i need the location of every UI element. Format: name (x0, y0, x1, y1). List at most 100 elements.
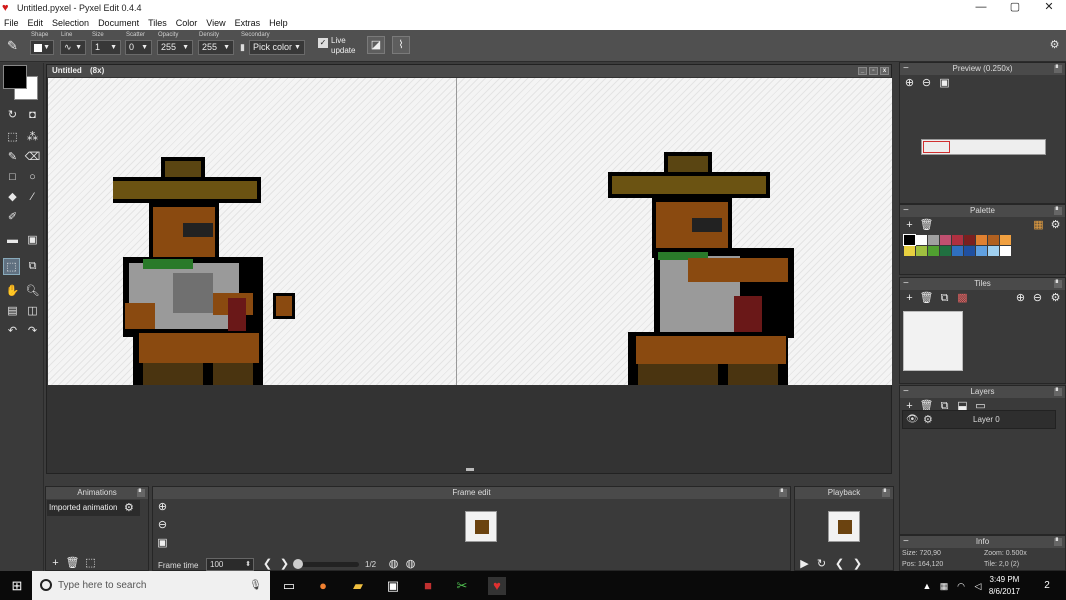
wifi-icon[interactable]: ◠ (952, 577, 970, 595)
tile-thumbnail[interactable] (903, 311, 963, 371)
zoom-in-icon[interactable]: ⊕ (155, 500, 170, 515)
preview-thumbnail[interactable] (921, 139, 1046, 155)
menu-file[interactable]: File (4, 18, 19, 28)
onion-skin-prev-icon[interactable]: ◍ (386, 557, 401, 572)
palette-swatch[interactable] (940, 235, 951, 245)
app-red-icon[interactable]: ■ (419, 577, 437, 595)
settings-gear-icon[interactable]: ⚙ (1046, 37, 1063, 54)
tile-select-icon[interactable]: ▣ (24, 232, 41, 249)
copy-tile-icon[interactable]: ⧉ (937, 291, 952, 306)
microphone-icon[interactable]: 🎙︎ (249, 571, 262, 600)
stepper-icon[interactable]: ⬍ (245, 559, 251, 571)
tile-stamp-icon[interactable]: ⧉ (24, 258, 41, 275)
pin-icon[interactable]: ▘ (1054, 538, 1062, 546)
menu-document[interactable]: Document (98, 18, 139, 28)
file-explorer-icon[interactable]: ▰ (349, 577, 367, 595)
zoom-in-icon[interactable]: ⊕ (902, 76, 917, 91)
menu-edit[interactable]: Edit (28, 18, 44, 28)
palette-swatch[interactable] (988, 235, 999, 245)
eraser-icon[interactable]: ⌫ (24, 149, 41, 166)
next-chevron-icon[interactable]: ❯ (850, 557, 865, 572)
density-dropdown[interactable]: 255 ▼ (198, 40, 234, 55)
color-picker-icon[interactable]: ✐ (4, 209, 21, 226)
palette-settings-gear-icon[interactable]: ⚙ (1048, 218, 1063, 233)
fullscreen-icon[interactable]: ◫ (24, 303, 41, 320)
fill-bucket-icon[interactable]: ◆ (4, 189, 21, 206)
menu-help[interactable]: Help (269, 18, 288, 28)
opacity-dropdown[interactable]: 255 ▼ (157, 40, 193, 55)
store-icon[interactable]: ▣ (384, 577, 402, 595)
delete-animation-icon[interactable]: 🗑︎ (65, 556, 80, 571)
next-frame-chevron-icon[interactable]: ❯ (277, 557, 292, 572)
redo-icon[interactable]: ↷ (24, 323, 41, 340)
palette-swatch[interactable] (916, 246, 927, 256)
dropper-icon[interactable]: ⁄ (24, 189, 41, 206)
pin-icon[interactable]: ▘ (1054, 280, 1062, 288)
taskbar-clock[interactable]: 3:49 PM 8/6/2017 (989, 574, 1020, 598)
rectangle-icon[interactable]: □ (4, 169, 21, 186)
onion-skin-next-icon[interactable]: ◍ (403, 557, 418, 572)
fit-view-icon[interactable]: ▣ (155, 536, 170, 551)
zoom-in-icon[interactable]: ⊕ (1013, 291, 1028, 306)
menu-extras[interactable]: Extras (235, 18, 261, 28)
tile-image-icon[interactable]: ▩ (955, 291, 970, 306)
frame-time-input[interactable]: 100 ⬍ (206, 558, 254, 571)
task-view-icon[interactable]: ▭ (280, 577, 298, 595)
drawing-canvas[interactable] (48, 78, 892, 385)
undo-icon[interactable]: ↶ (4, 323, 21, 340)
menu-selection[interactable]: Selection (52, 18, 89, 28)
pin-icon[interactable]: ▘ (1054, 388, 1062, 396)
app-green-icon[interactable]: ✂ (453, 577, 471, 595)
layer-options-button[interactable]: ◪ (367, 36, 385, 54)
palette-swatch[interactable] (952, 235, 963, 245)
palette-swatch[interactable] (916, 235, 927, 245)
palette-swatch[interactable] (903, 234, 916, 246)
volume-icon[interactable]: ◁ (969, 577, 987, 595)
palette-swatch[interactable] (904, 246, 915, 256)
palette-swatch[interactable] (976, 235, 987, 245)
frame-slider-thumb[interactable] (293, 559, 303, 569)
frame-slider[interactable] (293, 559, 359, 569)
pyxel-edit-taskbar-icon[interactable]: ♥ (488, 577, 506, 595)
pin-icon[interactable]: ▘ (882, 489, 890, 497)
primary-color-swatch[interactable] (3, 65, 27, 89)
pencil-icon[interactable]: ✎ (4, 149, 21, 166)
pin-icon[interactable]: ▘ (1054, 65, 1062, 73)
hand-pan-icon[interactable]: ✋ (4, 283, 21, 300)
delete-tile-icon[interactable]: 🗑︎ (919, 291, 934, 306)
delete-color-icon[interactable]: 🗑︎ (919, 218, 934, 233)
pin-icon[interactable]: ▘ (137, 489, 145, 497)
add-animation-icon[interactable]: + (48, 556, 63, 571)
network-icon[interactable]: ▦ (935, 577, 953, 595)
zoom-out-icon[interactable]: ⊖ (155, 518, 170, 533)
palette-swatch[interactable] (964, 235, 975, 245)
eye-visibility-icon[interactable]: 👁︎ (906, 414, 919, 425)
fit-view-icon[interactable]: ▣ (937, 76, 952, 91)
doc-maximize-icon[interactable]: ▫ (869, 67, 878, 75)
scatter-dropdown[interactable]: 0 ▼ (125, 40, 152, 55)
add-tile-icon[interactable]: + (902, 291, 917, 306)
doc-minimize-icon[interactable]: _ (858, 67, 867, 75)
palette-swatch[interactable] (928, 246, 939, 256)
swap-colors-icon[interactable]: ↻ (4, 107, 21, 124)
size-dropdown[interactable]: 1 ▼ (91, 40, 121, 55)
maximize-button[interactable]: ▢ (998, 0, 1032, 16)
taskbar-search-box[interactable]: Type here to search 🎙︎ (32, 571, 270, 600)
palette-swatch[interactable] (952, 246, 963, 256)
menu-color[interactable]: Color (176, 18, 198, 28)
palette-swatch[interactable] (964, 246, 975, 256)
animation-settings-gear-icon[interactable]: ⚙ (124, 500, 134, 516)
palette-swatch[interactable] (988, 246, 999, 256)
frame-thumbnail[interactable] (465, 511, 497, 542)
minimize-button[interactable]: — (964, 0, 998, 16)
layer-row[interactable]: 👁︎ ⚙ Layer 0 (902, 410, 1056, 429)
collapse-icon[interactable]: − (903, 278, 909, 290)
import-animation-icon[interactable]: ⬚ (83, 556, 98, 571)
collapse-icon[interactable]: − (903, 536, 909, 548)
palette-swatch[interactable] (1000, 235, 1011, 245)
show-hidden-icons-chevron-icon[interactable]: ▲ (918, 577, 936, 595)
pin-icon[interactable]: ▘ (779, 489, 787, 497)
tile-icon[interactable]: ▬ (4, 232, 21, 249)
collapse-icon[interactable]: − (903, 205, 909, 217)
loop-icon[interactable]: ↻ (814, 557, 829, 572)
